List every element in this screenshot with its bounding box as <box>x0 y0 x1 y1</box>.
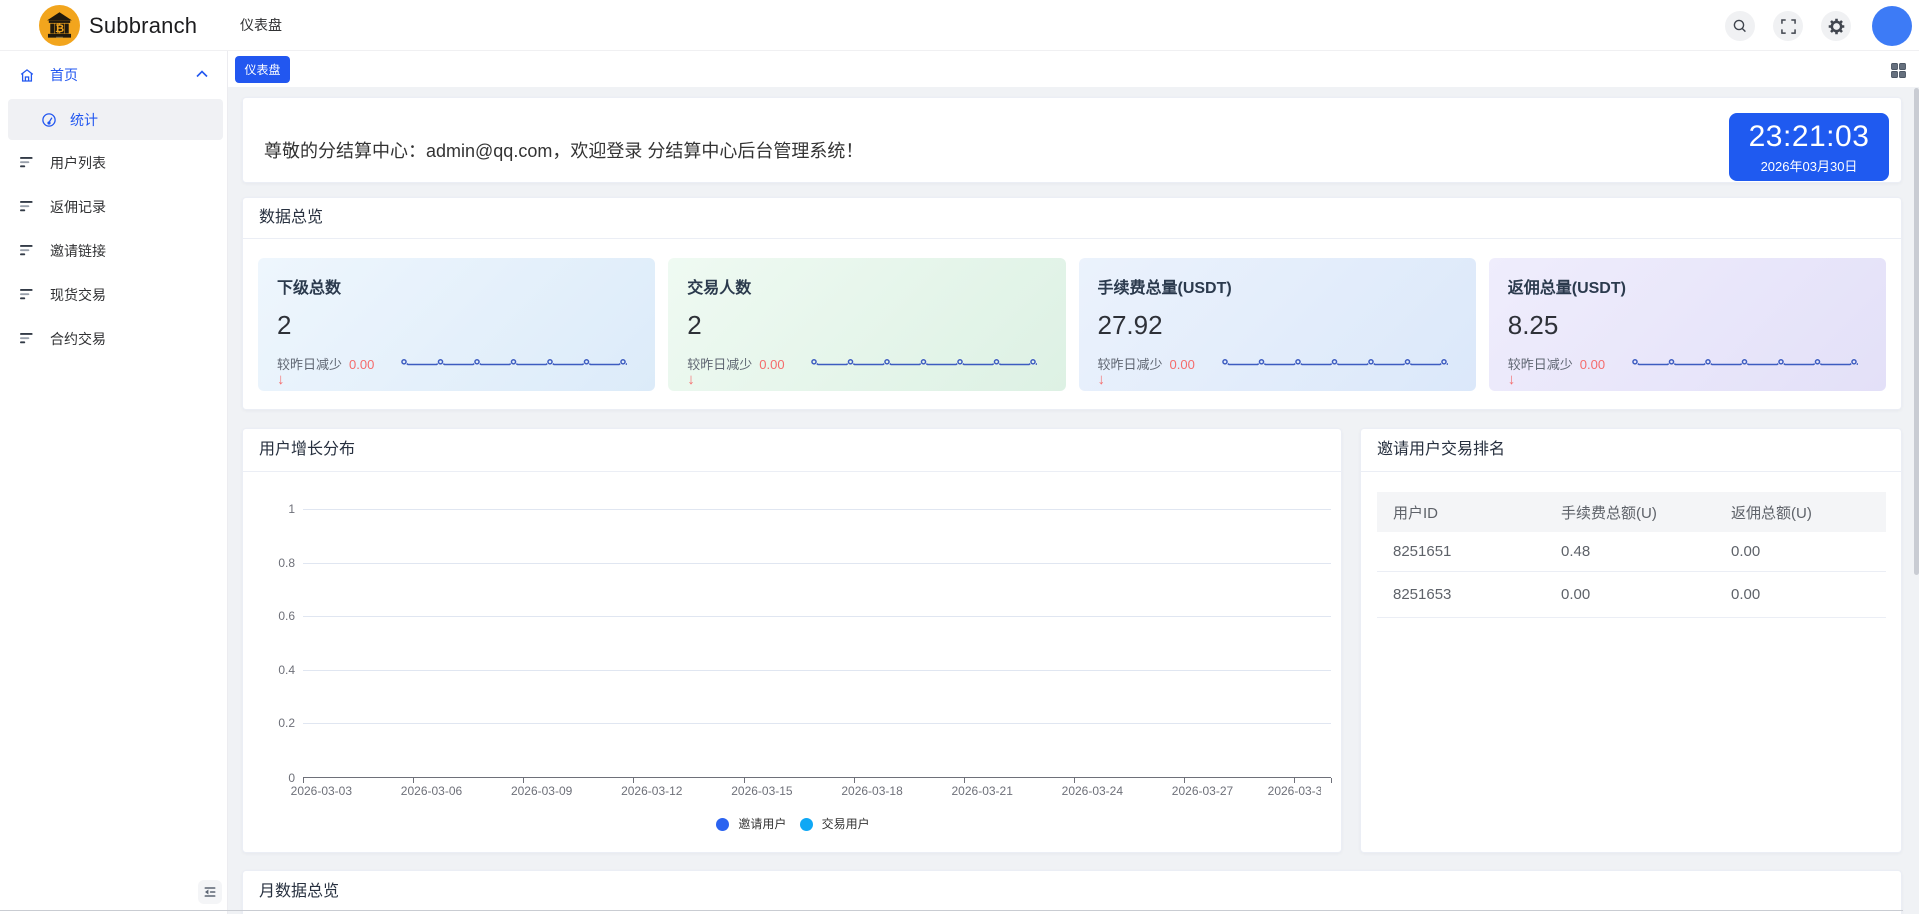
svg-text:₿: ₿ <box>55 23 64 35</box>
